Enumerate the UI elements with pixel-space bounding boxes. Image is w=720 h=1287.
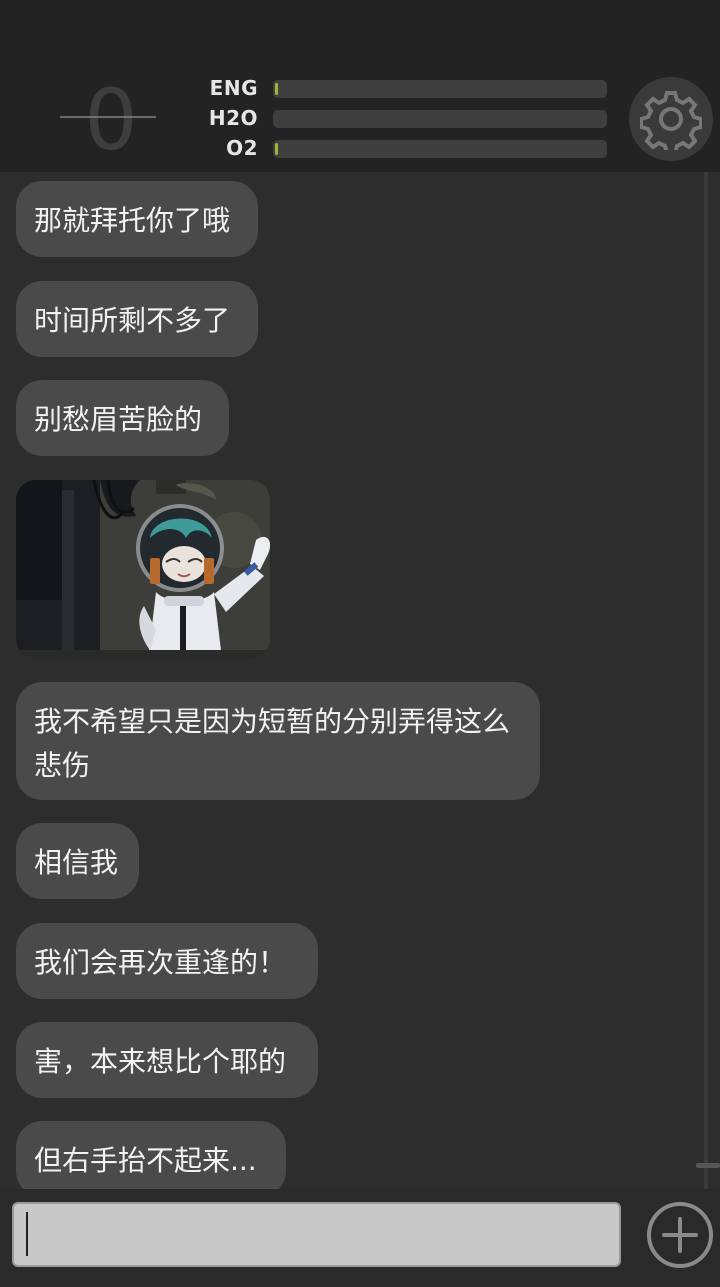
message-bubble: 我不希望只是因为短暂的分别弄得这么悲伤 [16, 682, 540, 800]
text-caret [26, 1212, 28, 1256]
counter-display: 0 [84, 71, 138, 169]
settings-button[interactable] [629, 77, 713, 161]
plus-icon [662, 1217, 698, 1253]
stat-label-eng: ENG [209, 76, 258, 100]
add-button[interactable] [647, 1202, 713, 1268]
stat-bar-h2o [273, 110, 607, 128]
status-header: 0 ENG H2O O2 [0, 0, 720, 172]
chat-area[interactable]: 那就拜托你了哦 时间所剩不多了 别愁眉苦脸的 我不希望只是因为短暂的分别弄得这么… [0, 172, 720, 1189]
image-message[interactable] [16, 480, 270, 659]
scrollbar-track[interactable] [704, 172, 708, 1189]
message-bubble: 那就拜托你了哦 [16, 181, 258, 257]
message-input[interactable] [12, 1202, 621, 1267]
message-bubble: 但右手抬不起来... [16, 1121, 286, 1189]
counter-divider [60, 116, 156, 118]
stat-label-h2o: H2O [208, 106, 258, 130]
message-bubble: 相信我 [16, 823, 139, 899]
message-bubble: 害，本来想比个耶的 [16, 1022, 318, 1098]
stat-label-o2: O2 [226, 136, 258, 160]
stat-bar-o2 [273, 140, 607, 158]
stat-fill-eng [275, 83, 278, 95]
input-bar [0, 1189, 720, 1287]
scrollbar-thumb[interactable] [696, 1163, 720, 1168]
message-bubble: 时间所剩不多了 [16, 281, 258, 357]
message-bubble: 别愁眉苦脸的 [16, 380, 229, 456]
message-bubble: 我们会再次重逢的！ [16, 923, 318, 999]
stat-fill-o2 [275, 143, 278, 155]
stat-bar-eng [273, 80, 607, 98]
astronaut-image [16, 480, 270, 659]
gear-icon [640, 91, 702, 150]
